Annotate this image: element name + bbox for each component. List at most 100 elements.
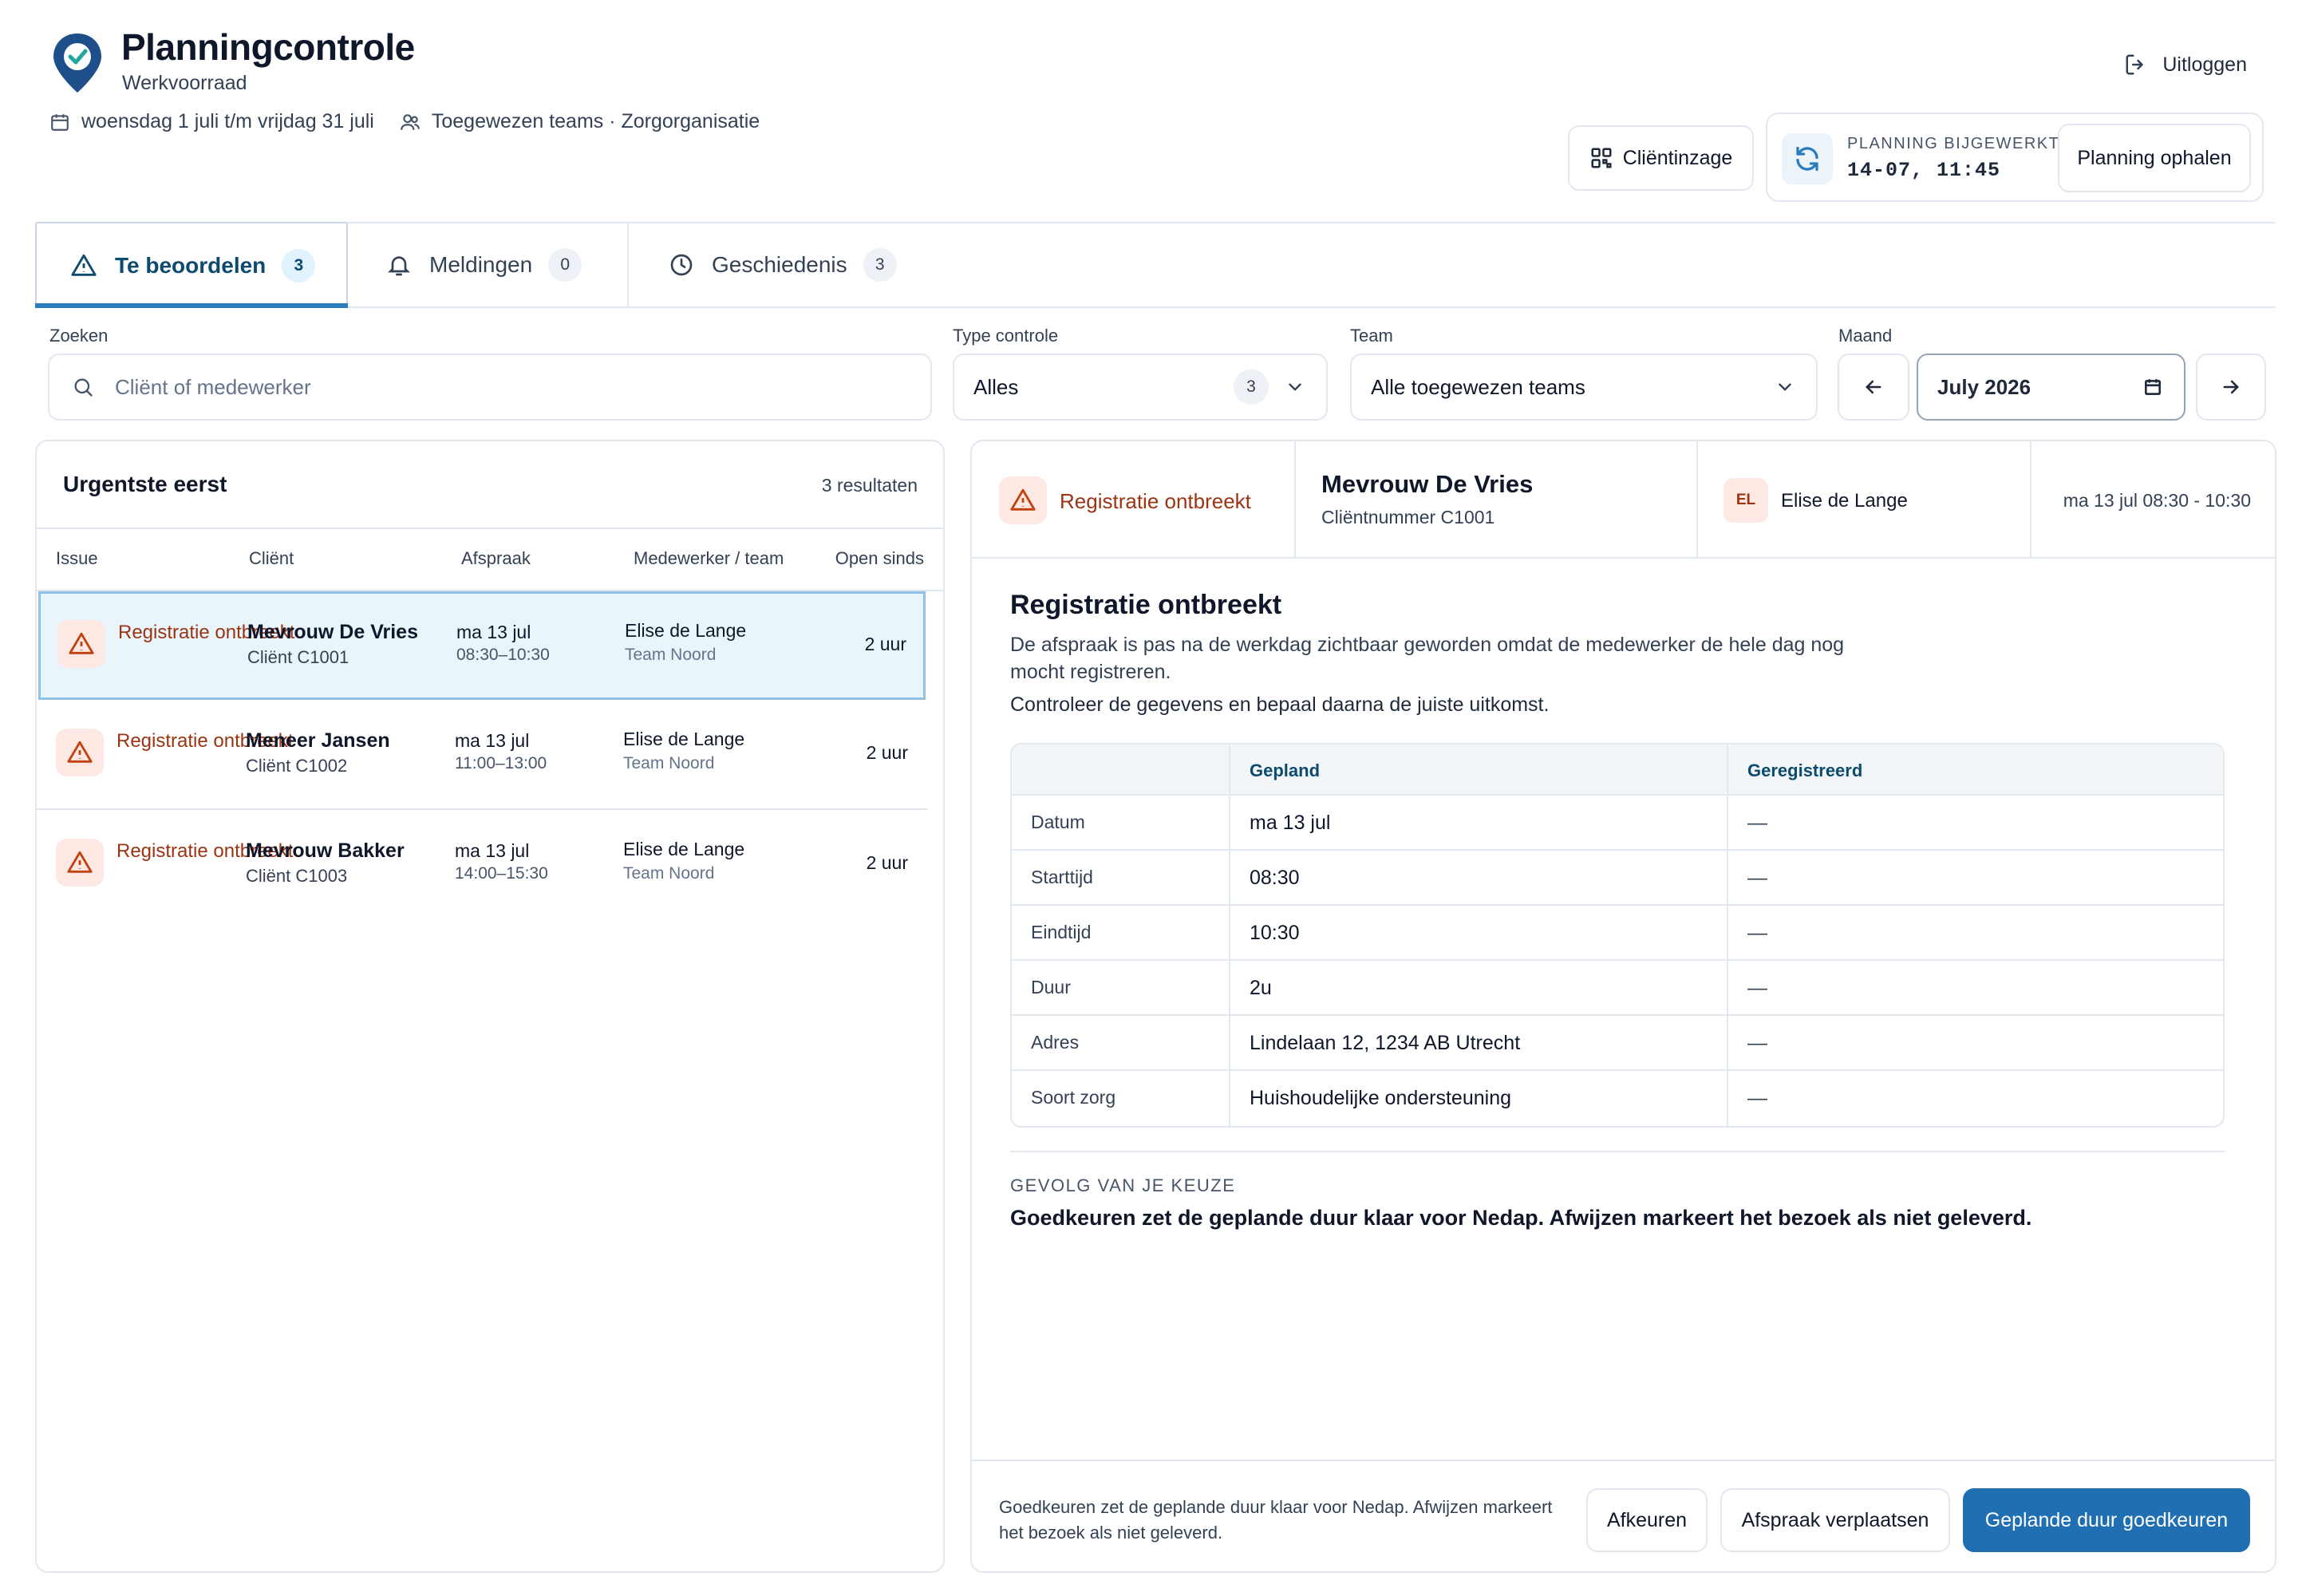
active-tab-indicator <box>35 303 348 308</box>
divider <box>1696 441 1698 559</box>
client-id: Cliënt C1002 <box>246 756 348 776</box>
calendar-icon <box>51 113 69 131</box>
tab-count-badge: 0 <box>548 248 582 282</box>
planned-value: 10:30 <box>1250 922 1300 944</box>
column-header-employee-team: Medewerker / team <box>634 548 784 568</box>
column-header-appointment: Afspraak <box>461 548 531 568</box>
team-select[interactable]: Alle toegewezen teams <box>1350 354 1818 421</box>
month-picker[interactable]: July 2026 <box>1917 354 2185 421</box>
tab-count-badge: 3 <box>863 248 897 282</box>
client-name: Meneer Jansen <box>246 729 390 752</box>
appointment-time: 08:30–10:30 <box>456 646 550 664</box>
registered-value: — <box>1747 867 1767 889</box>
comparison-row: Starttijd 08:30 — <box>1012 851 2223 906</box>
users-icon <box>400 113 420 130</box>
field-label: Duur <box>1031 977 1071 998</box>
tab-label: Te beoordelen <box>115 253 267 278</box>
arrow-right-icon <box>2223 380 2239 394</box>
action-footer: Goedkeuren zet de geplande duur klaar vo… <box>972 1460 2275 1571</box>
date-range: woensdag 1 juli t/m vrijdag 31 juli <box>49 110 374 133</box>
employee-name: Elise de Lange <box>625 620 747 641</box>
result-count: 3 resultaten <box>821 475 918 496</box>
client-name: Mevrouw Bakker <box>246 839 405 862</box>
warning-icon <box>999 476 1047 524</box>
issue-list-panel: Urgentste eerst 3 resultaten Issue Cliën… <box>35 440 945 1573</box>
detail-description: De afspraak is pas na de werkdag zichtba… <box>1010 634 1845 683</box>
comparison-row: Adres Lindelaan 12, 1234 AB Utrecht — <box>1012 1016 2223 1071</box>
avatar: EL <box>1724 478 1768 523</box>
tab-te-beoordelen[interactable]: Te beoordelen 3 <box>35 222 348 308</box>
warning-icon <box>71 254 97 276</box>
registered-value: — <box>1747 1087 1767 1109</box>
detail-header: Registratie ontbreekt Mevrouw De Vries C… <box>972 441 2275 559</box>
table-row[interactable]: Registratie ontbreekt Mevrouw Bakker Cli… <box>37 810 927 918</box>
field-label: Soort zorg <box>1031 1087 1116 1108</box>
search-placeholder: Cliënt of medewerker <box>115 374 311 399</box>
detail-client-name: Mevrouw De Vries <box>1321 470 1534 498</box>
appointment-date: ma 13 jul <box>456 622 531 642</box>
registered-value: — <box>1747 977 1767 999</box>
consequence-label: GEVOLG VAN JE KEUZE <box>1010 1175 1236 1195</box>
chevron-down-icon <box>1289 383 1301 391</box>
date-range-text: woensdag 1 juli t/m vrijdag 31 juli <box>81 110 374 132</box>
refresh-icon <box>1782 133 1833 184</box>
appointment-time: 11:00–13:00 <box>455 754 547 772</box>
bell-icon <box>388 256 410 276</box>
calendar-icon <box>2145 379 2161 395</box>
client-id: Cliënt C1003 <box>246 866 348 886</box>
client-view-button[interactable]: Cliëntinzage <box>1568 125 1754 191</box>
approve-planned-duration-button[interactable]: Geplande duur goedkeuren <box>1963 1488 2250 1552</box>
table-row[interactable]: Registratie ontbreekt Mevrouw De Vries C… <box>38 591 926 700</box>
tab-divider <box>627 222 629 308</box>
divider <box>37 527 943 529</box>
app-logo-icon <box>51 32 104 94</box>
logout-button[interactable]: Uitloggen <box>2124 53 2247 77</box>
detail-appointment-time: ma 13 jul 08:30 - 10:30 <box>2063 490 2251 511</box>
next-month-button[interactable] <box>2196 354 2266 421</box>
planned-value: Huishoudelijke ondersteuning <box>1250 1087 1512 1109</box>
registered-value: — <box>1747 812 1767 834</box>
fetch-planning-button[interactable]: Planning ophalen <box>2058 124 2251 192</box>
footer-note: Goedkeuren zet de geplande duur klaar vo… <box>999 1497 1553 1543</box>
registered-value: — <box>1747 922 1767 944</box>
employee-team: Team Noord <box>623 754 715 772</box>
comparison-row: Duur 2u — <box>1012 961 2223 1016</box>
employee-name: Elise de Lange <box>623 839 745 859</box>
employee-name: Elise de Lange <box>623 729 745 749</box>
open-since: 2 uur <box>866 852 908 873</box>
field-label: Eindtijd <box>1031 922 1092 942</box>
team-label: Team <box>1350 326 1393 346</box>
type-control-select[interactable]: Alles 3 <box>953 354 1328 421</box>
open-since: 2 uur <box>864 634 906 654</box>
app-subtitle: Werkvoorraad <box>122 72 247 94</box>
comparison-row: Soort zorg Huishoudelijke ondersteuning … <box>1012 1071 2223 1126</box>
type-count-badge: 3 <box>1234 369 1269 405</box>
search-input[interactable]: Cliënt of medewerker <box>48 354 932 421</box>
appointment-time: 14:00–15:30 <box>455 864 548 883</box>
divider <box>1294 441 1296 559</box>
column-header-issue: Issue <box>56 548 98 568</box>
month-value: July 2026 <box>1937 374 2031 399</box>
chevron-down-icon <box>1779 383 1791 391</box>
detail-issue-type: Registratie ontbreekt <box>1060 489 1251 513</box>
open-since: 2 uur <box>866 742 908 763</box>
search-icon <box>74 378 93 397</box>
divider <box>1010 1151 2225 1152</box>
app-title: Planningcontrole <box>121 26 415 68</box>
column-header-registered: Geregistreerd <box>1747 760 1863 780</box>
move-appointment-button[interactable]: Afspraak verplaatsen <box>1720 1488 1950 1552</box>
planned-value: 08:30 <box>1250 867 1300 889</box>
type-control-label: Type controle <box>953 326 1059 346</box>
tab-meldingen[interactable]: Meldingen 0 <box>386 222 582 308</box>
detail-instruction: Controleer de gegevens en bepaal daarna … <box>1010 693 1550 716</box>
previous-month-button[interactable] <box>1838 354 1909 421</box>
planning-status: PLANNING BIJGEWERKT 14-07, 11:45 Plannin… <box>1766 113 2264 202</box>
tab-geschiedenis[interactable]: Geschiedenis 3 <box>669 222 897 308</box>
field-label: Starttijd <box>1031 867 1093 887</box>
column-header-open-since: Open sinds <box>835 548 924 568</box>
field-label: Datum <box>1031 812 1085 832</box>
reject-button[interactable]: Afkeuren <box>1586 1488 1708 1552</box>
search-label: Zoeken <box>49 326 109 346</box>
table-row[interactable]: Registratie ontbreekt Meneer Jansen Clië… <box>37 700 927 808</box>
warning-icon <box>56 839 104 887</box>
